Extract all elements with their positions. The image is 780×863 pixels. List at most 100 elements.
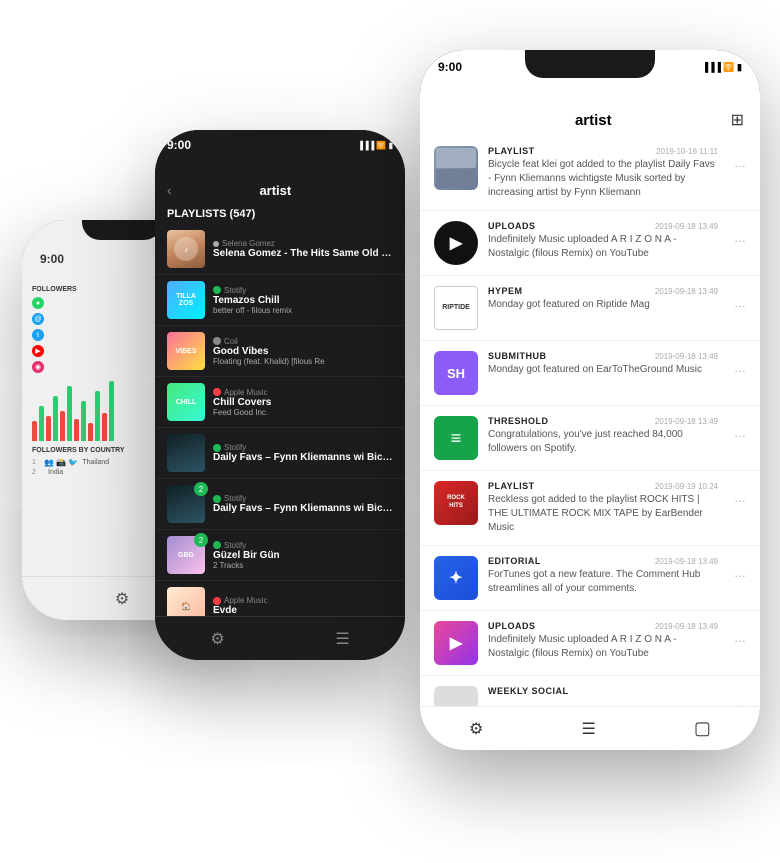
right-phone-notch: [525, 50, 655, 78]
feed-item-2[interactable]: ▶ UPLOADS 2019-09-18 13:49 Indefinitely …: [420, 211, 760, 276]
feed-text-8: Indefinitely Music uploaded A R I Z O N …: [488, 633, 718, 661]
chart-bar: [32, 421, 37, 441]
feed-item-6[interactable]: ROCKHITS PLAYLIST 2019-09-19 10:24 Reckl…: [420, 471, 760, 546]
playlist-source-1: Selena Gomez: [213, 239, 393, 248]
chart-bar: [53, 396, 58, 441]
feed-item-9[interactable]: WEEKLY SOCIAL …: [420, 676, 760, 706]
feed-date-2: 2019-09-18 13:49: [655, 222, 718, 231]
feed-date-8: 2019-09-18 13:49: [655, 622, 718, 631]
mid-nav: ‹ artist: [155, 154, 405, 204]
list-item[interactable]: VIBES Coil Good Vibes Floating (feat. Kh…: [155, 326, 405, 377]
list-item[interactable]: 2 Stotify Daily Favs – Fynn Kliemanns wi…: [155, 479, 405, 530]
feed-header-8: UPLOADS 2019-09-18 13:49: [488, 621, 718, 631]
feed-more-9[interactable]: …: [728, 696, 746, 706]
feed-thumb-weekly: [434, 686, 478, 706]
right-status-time: 9:00: [438, 60, 462, 74]
feed-item-5[interactable]: ≡ THRESHOLD 2019-09-18 13:49 Congratulat…: [420, 406, 760, 471]
right-phone-screen: 9:00 ▐▐▐ 🛜 ▮ artist ⊞: [420, 50, 760, 750]
feed-thumb-uploads: ▶: [434, 221, 478, 265]
feed-thumb-playlist: [434, 146, 478, 190]
playlist-name-5: Daily Favs – Fynn Kliemanns wi Bicycle (…: [213, 452, 393, 463]
playlist-info-6: Stotify Daily Favs – Fynn Kliemanns wi B…: [213, 494, 393, 514]
feed-header-2: UPLOADS 2019-09-18 13:49: [488, 221, 718, 231]
feed-more-1[interactable]: …: [728, 156, 746, 174]
chart-bar: [102, 413, 107, 441]
feed-header-5: THRESHOLD 2019-09-18 13:49: [488, 416, 718, 426]
feed-date-5: 2019-09-18 13:49: [655, 417, 718, 426]
right-square-icon[interactable]: ▢: [694, 718, 711, 739]
left-gear-icon[interactable]: ⚙: [115, 589, 129, 609]
feed-thumb-submithub: SH: [434, 351, 478, 395]
playlist-info-3: Coil Good Vibes Floating (feat. Khalid) …: [213, 337, 393, 366]
playlist-thumb-5: [167, 434, 205, 472]
chart-bar: [88, 423, 93, 441]
playlist-info-5: Stotify Daily Favs – Fynn Kliemanns wi B…: [213, 443, 393, 463]
feed-category-6: PLAYLIST: [488, 481, 535, 491]
feed-text-6: Reckless got added to the playlist ROCK …: [488, 493, 718, 535]
playlist-name-8: Evde: [213, 605, 393, 616]
list-item[interactable]: 🏠 Apple Music Evde: [155, 581, 405, 616]
right-phone: 9:00 ▐▐▐ 🛜 ▮ artist ⊞: [420, 50, 760, 750]
feed-more-7[interactable]: …: [728, 566, 746, 584]
feed-header-1: PLAYLIST 2019-10-16 11:11: [488, 146, 718, 156]
filter-icon[interactable]: ⊞: [731, 110, 744, 130]
feed-body-5: THRESHOLD 2019-09-18 13:49 Congratulatio…: [488, 416, 718, 456]
feed-more-5[interactable]: …: [728, 426, 746, 444]
playlist-source-8: Apple Music: [213, 596, 393, 605]
feed-date-7: 2019-09-18 13:49: [655, 557, 718, 566]
playlist-sub-3: Floating (feat. Khalid) [filous Re: [213, 357, 393, 366]
playlist-name-6: Daily Favs – Fynn Kliemanns wi Bicycle (…: [213, 503, 393, 514]
feed-more-3[interactable]: …: [728, 296, 746, 314]
playlist-sub-7: 2 Tracks: [213, 561, 393, 570]
feed-text-4: Monday got featured on EarToTheGround Mu…: [488, 363, 718, 377]
left-phone-notch: [82, 220, 162, 240]
feed-thumb-playlist2: ROCKHITS: [434, 481, 478, 525]
chart-bar: [95, 391, 100, 441]
mid-page-title: artist: [178, 183, 373, 198]
mid-gear-icon[interactable]: ⚙: [210, 629, 224, 649]
feed-item-7[interactable]: ✦ EDITORIAL 2019-09-18 13:49 ForTunes go…: [420, 546, 760, 611]
feed-category-8: UPLOADS: [488, 621, 536, 631]
playlist-source-3: Coil: [213, 337, 393, 346]
right-gear-icon[interactable]: ⚙: [469, 719, 483, 739]
feed-item-3[interactable]: RIPTIDE HYPEM 2019-09-18 13:49 Monday go…: [420, 276, 760, 341]
twitter-at-icon: @: [32, 313, 44, 325]
feed-more-8[interactable]: …: [728, 631, 746, 649]
feed-item-1[interactable]: PLAYLIST 2019-10-16 11:11 Bicycle feat k…: [420, 136, 760, 211]
feed-item-8[interactable]: ▶ UPLOADS 2019-09-18 13:49 Indefinitely …: [420, 611, 760, 676]
playlist-name-1: Selena Gomez - The Hits Same Old Love - …: [213, 248, 393, 259]
right-phone-content: 9:00 ▐▐▐ 🛜 ▮ artist ⊞: [420, 50, 760, 750]
chart-bar: [67, 386, 72, 441]
back-button[interactable]: ‹: [167, 182, 172, 198]
right-menu-icon[interactable]: ☰: [581, 719, 595, 739]
feed-body-7: EDITORIAL 2019-09-18 13:49 ForTunes got …: [488, 556, 718, 596]
list-item[interactable]: Stotify Daily Favs – Fynn Kliemanns wi B…: [155, 428, 405, 479]
playlist-info-7: Stotify Güzel Bir Gün 2 Tracks: [213, 541, 393, 570]
chart-bar: [39, 406, 44, 441]
feed-more-2[interactable]: …: [728, 231, 746, 249]
playlist-badge-6: 2: [194, 482, 208, 496]
feed-category-1: PLAYLIST: [488, 146, 535, 156]
feed-header-7: EDITORIAL 2019-09-18 13:49: [488, 556, 718, 566]
feed-date-4: 2019-09-18 13:49: [655, 352, 718, 361]
playlist-source-5: Stotify: [213, 443, 393, 452]
feed-item-4[interactable]: SH SUBMITHUB 2019-09-18 13:49 Monday got…: [420, 341, 760, 406]
feed-body-2: UPLOADS 2019-09-18 13:49 Indefinitely Mu…: [488, 221, 718, 261]
playlist-sub-2: better off - filous remix: [213, 306, 393, 315]
playlist-source-7: Stotify: [213, 541, 393, 550]
feed-text-7: ForTunes got a new feature. The Comment …: [488, 568, 718, 596]
playlist-info-8: Apple Music Evde: [213, 596, 393, 616]
chart-bar: [60, 411, 65, 441]
list-item[interactable]: ♪ Selena Gomez Selena Gomez - The Hits S…: [155, 224, 405, 275]
feed-thumb-editorial: ✦: [434, 556, 478, 600]
feed-more-6[interactable]: …: [728, 491, 746, 509]
right-bottom-nav: ⚙ ☰ ▢: [420, 706, 760, 750]
list-item[interactable]: CHILL Apple Music Chill Covers Feed Good…: [155, 377, 405, 428]
feed-category-5: THRESHOLD: [488, 416, 549, 426]
list-item[interactable]: TILLAZOS Stotify Temazos Chill better of…: [155, 275, 405, 326]
feed-header-3: HYPEM 2019-09-18 13:49: [488, 286, 718, 296]
feed-category-9: WEEKLY SOCIAL: [488, 686, 569, 696]
feed-more-4[interactable]: …: [728, 361, 746, 379]
list-item[interactable]: GBG 2 Stotify Güzel Bir Gün 2 Tracks: [155, 530, 405, 581]
mid-menu-icon[interactable]: ☰: [335, 629, 349, 649]
